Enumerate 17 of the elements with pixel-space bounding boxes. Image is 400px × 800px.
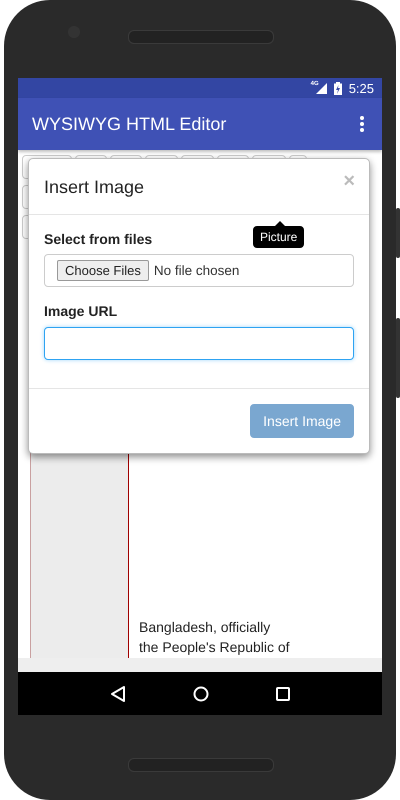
status-time: 5:25 <box>348 80 374 96</box>
field-label: Select from files <box>44 231 152 247</box>
app-title: WYSIWYG HTML Editor <box>32 114 226 134</box>
file-status: No file chosen <box>154 263 240 278</box>
tooltip-pointer <box>275 221 285 226</box>
recents-icon[interactable] <box>276 686 290 700</box>
url-input-field[interactable] <box>44 327 354 360</box>
dialog-title: Insert Image <box>44 177 144 198</box>
back-icon[interactable] <box>110 684 126 702</box>
home-icon[interactable] <box>192 686 209 702</box>
editor-text-line: the People's Republic of <box>139 638 290 657</box>
field-label: Image URL <box>44 303 118 319</box>
battery-icon <box>334 82 342 94</box>
choose-files-button[interactable]: Choose Files <box>57 260 149 281</box>
editor-text-line: Bangladesh, officially <box>139 618 272 637</box>
more-icon[interactable] <box>360 116 364 132</box>
file-input[interactable]: Choose Files No file chosen <box>44 254 354 287</box>
